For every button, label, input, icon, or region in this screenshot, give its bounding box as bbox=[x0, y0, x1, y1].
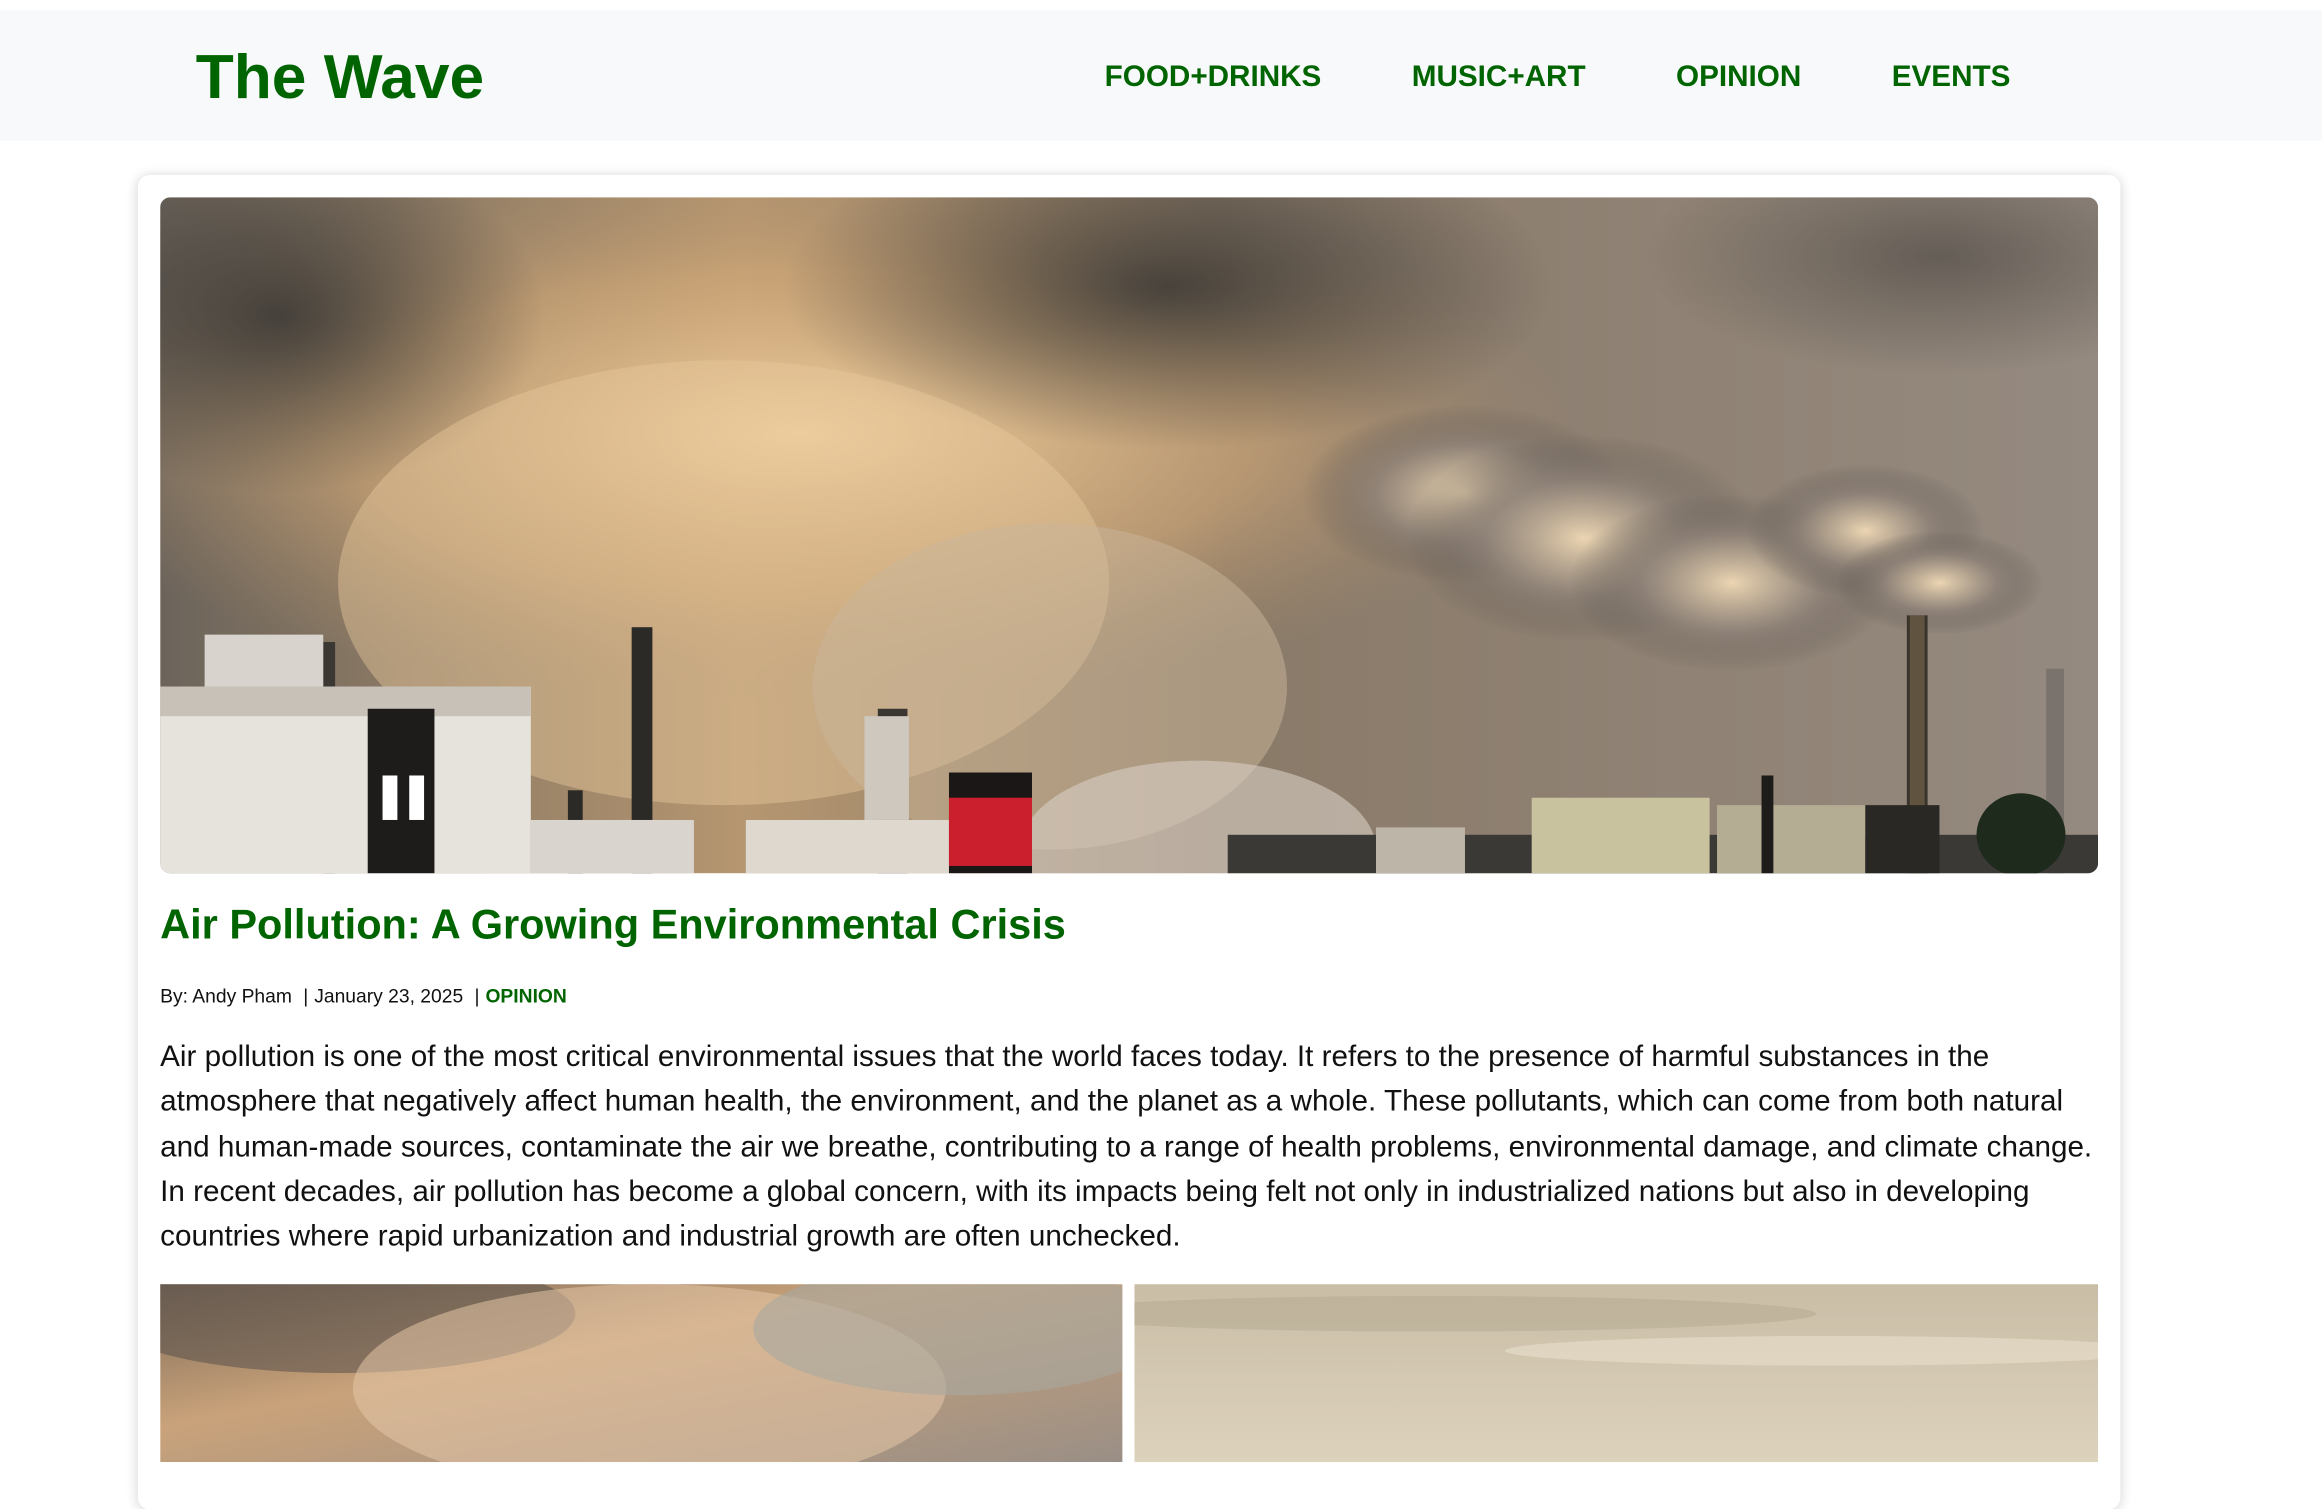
meta-separator: | bbox=[303, 984, 309, 1007]
site-logo-link[interactable]: The Wave bbox=[196, 42, 484, 111]
nav-link-events[interactable]: EVENTS bbox=[1892, 59, 2011, 95]
nav-link-music-art[interactable]: MUSIC+ART bbox=[1412, 59, 1586, 95]
article-meta: By: Andy Pham | January 23, 2025 | OPINION bbox=[160, 985, 567, 1007]
article-image-smoke bbox=[160, 1284, 1123, 1463]
article-body: Air pollution is one of the most critica… bbox=[160, 1040, 2093, 1254]
article-image-sky bbox=[1134, 1284, 2099, 1463]
nav-link-opinion[interactable]: OPINION bbox=[1676, 59, 1801, 95]
site-header: The Wave FOOD+DRINKS MUSIC+ART OPINION E… bbox=[0, 10, 2322, 141]
main-nav: FOOD+DRINKS MUSIC+ART OPINION EVENTS bbox=[1105, 59, 2011, 95]
nav-link-food-drinks[interactable]: FOOD+DRINKS bbox=[1105, 59, 1322, 95]
hero-image bbox=[160, 197, 2099, 874]
meta-separator: | bbox=[474, 984, 480, 1007]
article-title: Air Pollution: A Growing Environmental C… bbox=[160, 901, 1066, 948]
article-card: Air Pollution: A Growing Environmental C… bbox=[137, 174, 2121, 1509]
article-byline: By: Andy Pham bbox=[160, 984, 292, 1007]
article-category-link[interactable]: OPINION bbox=[485, 985, 566, 1007]
page: The Wave FOOD+DRINKS MUSIC+ART OPINION E… bbox=[0, 0, 2322, 1509]
article-date: January 23, 2025 bbox=[314, 984, 464, 1007]
